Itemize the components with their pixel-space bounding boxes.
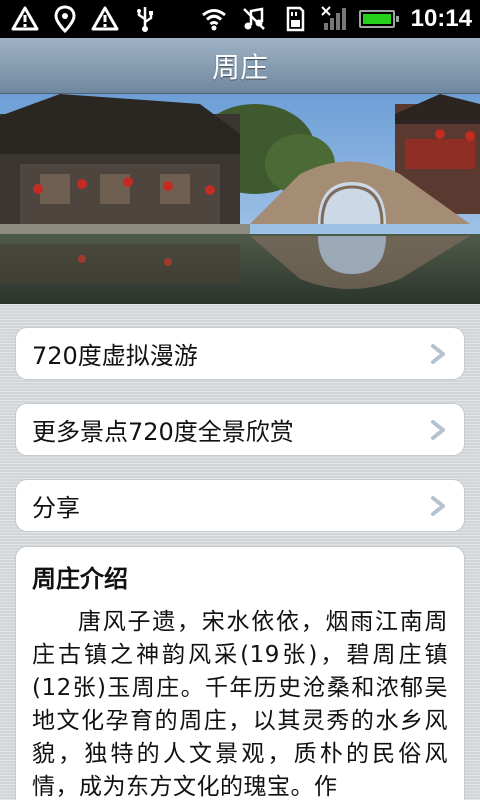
hero-image: [0, 94, 480, 304]
menu-item-share[interactable]: 分享: [15, 479, 465, 532]
music-off-icon: [239, 5, 269, 33]
chevron-right-icon: [428, 342, 448, 366]
warning-icon: [90, 5, 120, 33]
sd-card-icon: [279, 5, 309, 33]
intro-text: 唐风子遗，宋水依依，烟雨江南周庄古镇之神韵风采(19张)，碧周庄镇(12张)玉周…: [32, 609, 448, 800]
usb-icon: [130, 5, 160, 33]
intro-card[interactable]: 周庄介绍 唐风子遗，宋水依依，烟雨江南周庄古镇之神韵风采(19张)，碧周庄镇(1…: [15, 546, 465, 800]
menu-item-label: 720度虚拟漫游: [32, 342, 198, 370]
battery-icon: [358, 10, 399, 28]
water-town-photo: [0, 94, 480, 304]
wifi-icon: [199, 5, 229, 33]
page-title: 周庄: [211, 50, 268, 84]
status-system-icons: 10:14: [199, 5, 472, 33]
signal-icon: [319, 5, 349, 33]
chevron-right-icon: [428, 418, 448, 442]
content-area: 720度虚拟漫游 更多景点720度全景欣赏 分享 周庄介绍 唐风子遗，宋水依依，…: [0, 304, 480, 800]
chevron-right-icon: [428, 494, 448, 518]
status-time: 10:14: [410, 5, 472, 32]
location-pin-icon: [50, 5, 80, 33]
menu-item-label: 更多景点720度全景欣赏: [32, 418, 294, 446]
status-notification-icons: [10, 5, 160, 33]
menu-item-virtual-tour[interactable]: 720度虚拟漫游: [15, 327, 465, 380]
status-bar: 10:14: [0, 0, 480, 38]
warning-icon: [10, 5, 40, 33]
title-bar: 周庄: [0, 38, 480, 94]
menu-item-more-panoramas[interactable]: 更多景点720度全景欣赏: [15, 403, 465, 456]
menu-item-label: 分享: [32, 494, 80, 522]
intro-title: 周庄介绍: [32, 565, 128, 593]
